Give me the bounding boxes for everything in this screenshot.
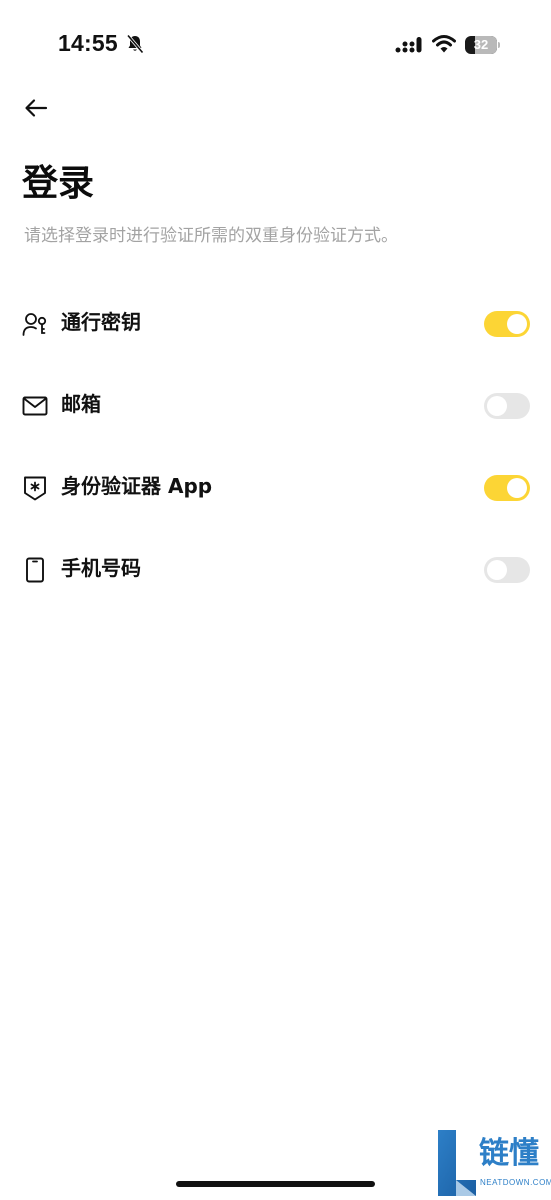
bell-slash-icon bbox=[126, 34, 144, 54]
status-bar: 14:55 32 bbox=[0, 0, 551, 90]
battery-level-text: 32 bbox=[473, 37, 489, 52]
two-factor-options-list: 通行密钥 邮箱 身份验证器 App 手机号码 bbox=[0, 283, 551, 611]
page-title: 登录 bbox=[22, 163, 95, 204]
authenticator-app-toggle[interactable] bbox=[484, 475, 530, 501]
toggle-knob bbox=[487, 560, 507, 580]
phone-number-toggle[interactable] bbox=[484, 557, 530, 583]
option-label: 通行密钥 bbox=[61, 310, 141, 334]
passkey-toggle[interactable] bbox=[484, 311, 530, 337]
wifi-icon bbox=[432, 35, 456, 53]
arrow-left-icon bbox=[25, 99, 48, 117]
home-indicator[interactable] bbox=[176, 1181, 375, 1187]
battery-cap bbox=[498, 42, 500, 48]
option-authenticator-app[interactable]: 身份验证器 App bbox=[0, 447, 551, 529]
cellular-signal-icon bbox=[395, 37, 422, 53]
toggle-knob bbox=[507, 478, 527, 498]
toggle-knob bbox=[487, 396, 507, 416]
mail-icon bbox=[22, 396, 48, 416]
option-label: 手机号码 bbox=[61, 556, 141, 580]
option-passkey[interactable]: 通行密钥 bbox=[0, 283, 551, 365]
back-button[interactable] bbox=[18, 92, 54, 124]
phone-icon bbox=[26, 557, 44, 583]
authenticator-shield-icon bbox=[24, 476, 46, 501]
toggle-knob bbox=[507, 314, 527, 334]
status-time: 14:55 bbox=[58, 30, 118, 56]
option-label: 身份验证器 App bbox=[61, 474, 213, 498]
page-subtitle: 请选择登录时进行验证所需的双重身份验证方式。 bbox=[24, 226, 398, 246]
watermark: 链懂 NEATDOWN.COM bbox=[436, 1128, 551, 1198]
battery-indicator: 32 bbox=[465, 36, 501, 54]
option-label: 邮箱 bbox=[61, 392, 101, 416]
email-toggle[interactable] bbox=[484, 393, 530, 419]
option-phone-number[interactable]: 手机号码 bbox=[0, 529, 551, 611]
neatdown-logo-icon bbox=[438, 1130, 476, 1196]
passkey-icon bbox=[22, 313, 47, 336]
option-email[interactable]: 邮箱 bbox=[0, 365, 551, 447]
watermark-subtext: NEATDOWN.COM bbox=[480, 1178, 551, 1187]
watermark-text: 链懂 bbox=[479, 1136, 539, 1171]
